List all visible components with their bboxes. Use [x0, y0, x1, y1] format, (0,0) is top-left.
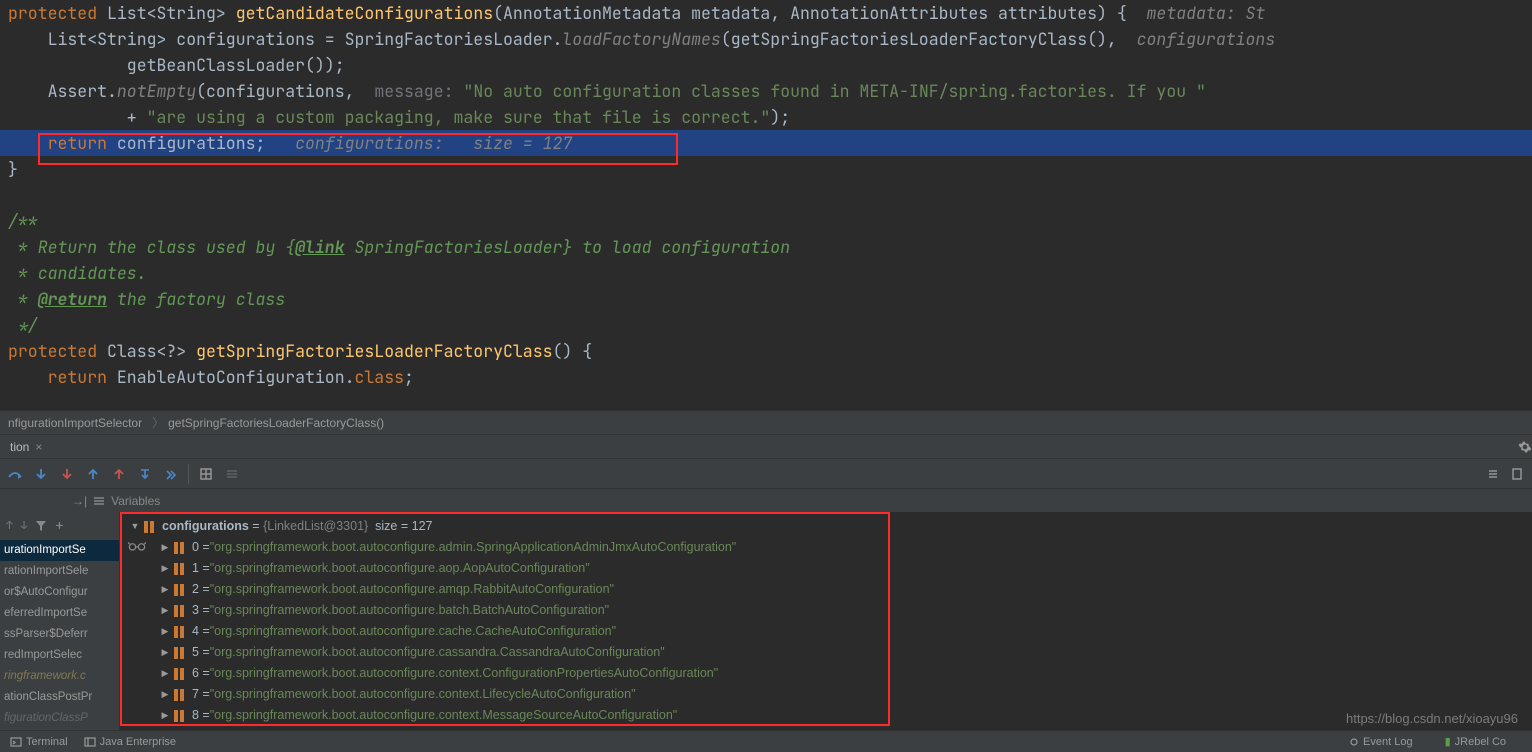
force-step-into-icon[interactable] — [58, 465, 76, 483]
drop-frame-icon[interactable] — [110, 465, 128, 483]
stack-frame[interactable]: rationImportSele — [0, 561, 119, 582]
list-view-icon[interactable] — [223, 465, 241, 483]
tree-item[interactable]: ▶4 = "org.springframework.boot.autoconfi… — [124, 621, 1532, 642]
debug-panel: ↑ ↓ + urationImportSe rationImportSele o… — [0, 512, 1532, 740]
breakpoint-line[interactable]: return configurations; configurations: s… — [0, 130, 1532, 156]
chevron-right-icon[interactable]: ▶ — [158, 579, 172, 600]
chevron-right-icon[interactable]: ▶ — [158, 537, 172, 558]
close-icon[interactable]: × — [35, 440, 42, 454]
chevron-right-icon[interactable]: ▶ — [158, 621, 172, 642]
tree-item[interactable]: ▶5 = "org.springframework.boot.autoconfi… — [124, 642, 1532, 663]
layout-icon[interactable] — [1484, 465, 1502, 483]
tree-item[interactable]: ▶1 = "org.springframework.boot.autoconfi… — [124, 558, 1532, 579]
variables-header: →| Variables — [0, 488, 1532, 512]
terminal-button[interactable]: Terminal — [10, 736, 68, 748]
tab-debug[interactable]: tion× — [0, 435, 50, 458]
gear-icon[interactable] — [1518, 440, 1532, 454]
filter-icon[interactable] — [35, 520, 47, 532]
tree-item[interactable]: ▶8 = "org.springframework.boot.autoconfi… — [124, 705, 1532, 726]
step-into-icon[interactable] — [32, 465, 50, 483]
chevron-right-icon[interactable]: ▶ — [158, 663, 172, 684]
stack-frame[interactable]: urationImportSe — [0, 540, 119, 561]
event-log-button[interactable]: Event Log — [1349, 735, 1413, 748]
step-over-icon[interactable] — [6, 465, 24, 483]
arrow-right-icon: →| — [72, 494, 87, 508]
debug-tabbar: tion× — [0, 434, 1532, 458]
jrebel-button[interactable]: ▮ JRebel Co — [1445, 735, 1506, 748]
evaluate-icon[interactable] — [162, 465, 180, 483]
up-icon[interactable]: ↑ — [6, 519, 13, 533]
tree-item[interactable]: ▶7 = "org.springframework.boot.autoconfi… — [124, 684, 1532, 705]
settings-icon[interactable] — [1508, 465, 1526, 483]
chevron-right-icon: 〉 — [152, 414, 164, 431]
chevron-right-icon[interactable]: ▶ — [158, 642, 172, 663]
stack-frame[interactable]: eferredImportSe — [0, 603, 119, 624]
stack-frame[interactable]: or$AutoConfigur — [0, 582, 119, 603]
step-out-icon[interactable] — [84, 465, 102, 483]
debug-toolbar — [0, 458, 1532, 488]
stack-frame[interactable]: ringframework.c — [0, 666, 119, 687]
code-editor[interactable]: protected List<String> getCandidateConfi… — [0, 0, 1532, 410]
stack-frame[interactable]: redImportSelec — [0, 645, 119, 666]
table-view-icon[interactable] — [197, 465, 215, 483]
chevron-right-icon[interactable]: ▶ — [158, 600, 172, 621]
tree-item[interactable]: ▶3 = "org.springframework.boot.autoconfi… — [124, 600, 1532, 621]
chevron-right-icon[interactable]: ▶ — [158, 684, 172, 705]
tree-item[interactable]: ▶2 = "org.springframework.boot.autoconfi… — [124, 579, 1532, 600]
frames-panel: ↑ ↓ + urationImportSe rationImportSele o… — [0, 512, 120, 740]
down-icon[interactable]: ↓ — [21, 519, 28, 533]
chevron-down-icon[interactable]: ▼ — [128, 516, 142, 537]
variables-tree[interactable]: ▼ configurations = {LinkedList@3301} siz… — [120, 512, 1532, 740]
status-bar: Terminal Java Enterprise Event Log ▮ JRe… — [0, 730, 1532, 752]
stack-frame[interactable]: figurationClassP — [0, 708, 119, 729]
tree-item[interactable]: ▶0 = "org.springframework.boot.autoconfi… — [124, 537, 1532, 558]
chevron-right-icon[interactable]: ▶ — [158, 705, 172, 726]
breadcrumb[interactable]: nfigurationImportSelector 〉 getSpringFac… — [0, 410, 1532, 434]
plus-icon[interactable]: + — [55, 517, 63, 535]
stack-frame[interactable]: ssParser$Deferr — [0, 624, 119, 645]
tree-item[interactable]: ▶6 = "org.springframework.boot.autoconfi… — [124, 663, 1532, 684]
chevron-right-icon[interactable]: ▶ — [158, 558, 172, 579]
java-enterprise-button[interactable]: Java Enterprise — [84, 736, 176, 748]
stack-frame[interactable]: ationClassPostPr — [0, 687, 119, 708]
run-to-cursor-icon[interactable] — [136, 465, 154, 483]
tree-root[interactable]: ▼ configurations = {LinkedList@3301} siz… — [124, 516, 1532, 537]
variables-icon — [93, 496, 105, 506]
